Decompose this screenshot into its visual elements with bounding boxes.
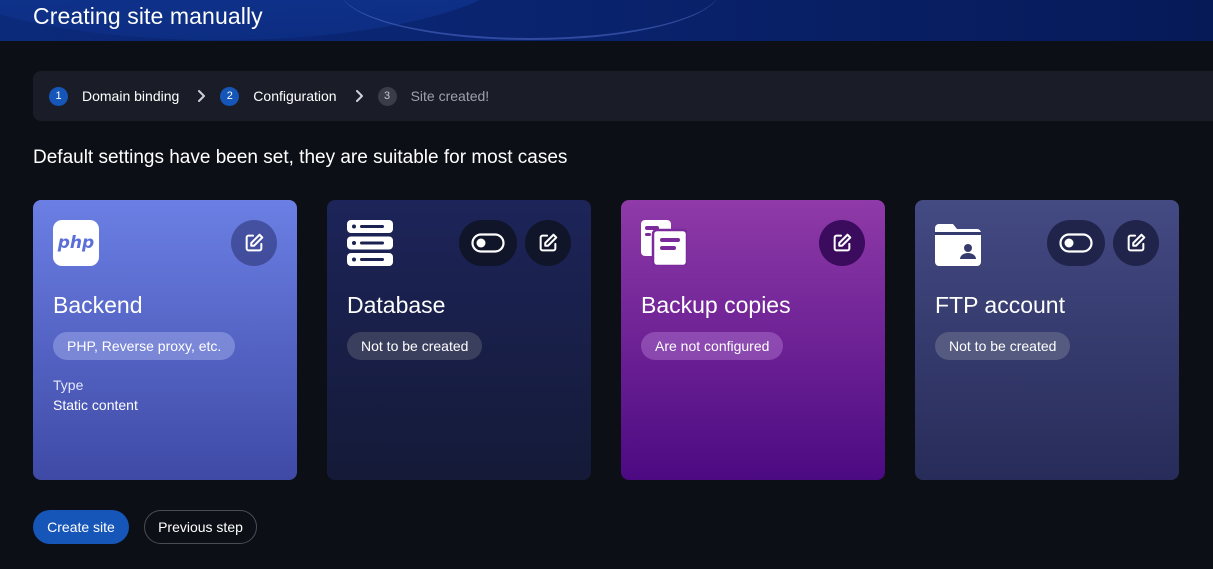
step-domain-binding[interactable]: 1 Domain binding [49,86,180,106]
step-site-created: 3 Site created! [377,86,490,106]
previous-step-button[interactable]: Previous step [144,510,257,544]
edit-icon [833,233,852,252]
step-number: 2 [220,86,240,106]
edit-backup-button[interactable] [819,220,865,266]
status-chip: PHP, Reverse proxy, etc. [53,332,236,360]
edit-backend-button[interactable] [231,220,277,266]
step-label: Domain binding [82,88,180,104]
database-icon [347,220,393,266]
backend-card[interactable]: php Backend PHP, Reverse proxy, etc. Typ… [33,200,297,480]
step-label: Configuration [253,88,337,104]
ftp-card[interactable]: FTP account Not to be created [915,200,1179,480]
database-toggle[interactable] [459,220,517,266]
ftp-folder-icon [935,220,981,266]
create-site-button[interactable]: Create site [33,510,129,544]
status-chip: Not to be created [347,332,483,360]
header-decoration-line [340,0,720,40]
database-card[interactable]: Database Not to be created [327,200,591,480]
php-icon-text: php [53,220,99,266]
step-label: Site created! [410,88,490,104]
php-icon: php [53,220,99,266]
stepper: 1 Domain binding 2 Configuration 3 Site … [33,71,1213,121]
chevron-right-icon [197,89,206,103]
edit-icon [1127,233,1146,252]
toggle-off-icon [1059,233,1093,253]
toggle-off-icon [471,233,505,253]
edit-icon [539,233,558,252]
status-chip: Not to be created [935,332,1071,360]
type-label: Type [53,377,84,393]
step-configuration[interactable]: 2 Configuration [220,86,337,106]
page-title: Creating site manually [33,3,263,29]
card-title: Database [347,292,446,318]
page-header: Creating site manually [0,0,1213,41]
backup-copies-icon [641,220,689,268]
step-number: 3 [377,86,397,106]
step-number: 1 [49,86,68,106]
chevron-right-icon [355,89,364,103]
card-title: FTP account [935,292,1065,318]
edit-database-button[interactable] [525,220,571,266]
status-chip: Are not configured [641,332,784,360]
backup-card[interactable]: Backup copies Are not configured [621,200,885,480]
edit-ftp-button[interactable] [1113,220,1159,266]
card-title: Backup copies [641,292,791,318]
type-value: Static content [53,397,138,413]
section-subtitle: Default settings have been set, they are… [33,147,568,168]
ftp-toggle[interactable] [1047,220,1105,266]
card-title: Backend [53,292,143,318]
edit-icon [245,233,264,252]
